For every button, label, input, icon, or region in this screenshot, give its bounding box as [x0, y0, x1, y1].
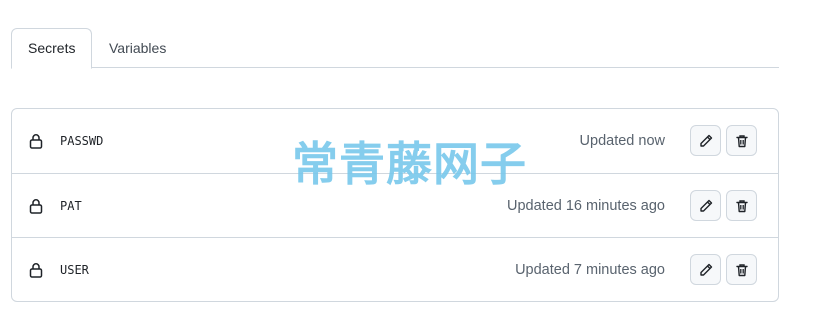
- lock-icon: [29, 262, 43, 278]
- edit-secret-button[interactable]: [690, 125, 721, 156]
- secrets-list: PASSWD Updated now PAT Updated 16 minute…: [11, 108, 779, 302]
- delete-secret-button[interactable]: [726, 190, 757, 221]
- secret-row: PAT Updated 16 minutes ago: [12, 173, 778, 237]
- secret-updated-time: Updated 16 minutes ago: [507, 198, 665, 214]
- tab-variables[interactable]: Variables: [93, 28, 182, 68]
- secret-updated-time: Updated now: [579, 133, 665, 149]
- lock-icon: [29, 198, 43, 214]
- edit-secret-button[interactable]: [690, 254, 721, 285]
- edit-secret-button[interactable]: [690, 190, 721, 221]
- delete-secret-button[interactable]: [726, 125, 757, 156]
- lock-icon: [29, 133, 43, 149]
- secret-row: USER Updated 7 minutes ago: [12, 237, 778, 301]
- pencil-icon: [698, 133, 714, 149]
- trash-icon: [734, 133, 750, 149]
- tab-bar: Secrets Variables: [11, 28, 779, 69]
- secret-updated-time: Updated 7 minutes ago: [515, 262, 665, 278]
- secret-row: PASSWD Updated now: [12, 109, 778, 173]
- pencil-icon: [698, 262, 714, 278]
- pencil-icon: [698, 198, 714, 214]
- secret-name: PASSWD: [60, 134, 104, 148]
- secret-name: USER: [60, 263, 89, 277]
- trash-icon: [734, 262, 750, 278]
- secret-name: PAT: [60, 199, 82, 213]
- tab-secrets[interactable]: Secrets: [11, 28, 92, 69]
- delete-secret-button[interactable]: [726, 254, 757, 285]
- trash-icon: [734, 198, 750, 214]
